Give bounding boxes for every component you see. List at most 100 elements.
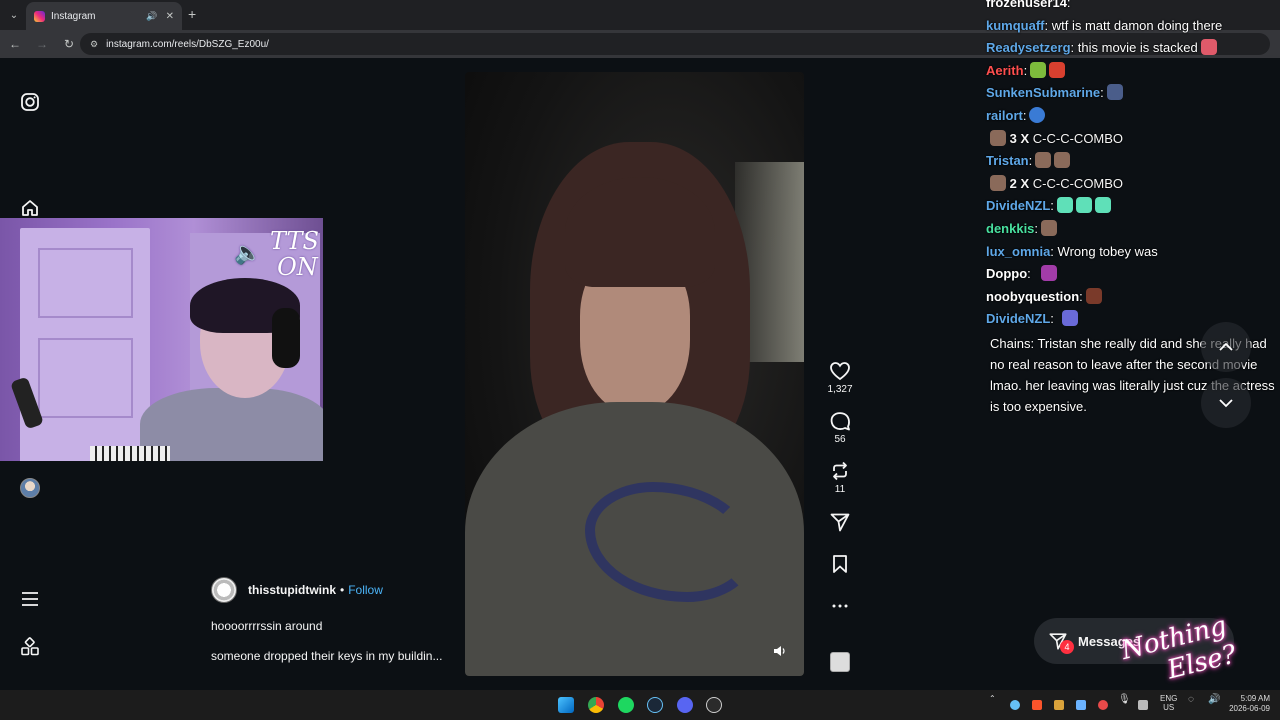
tab-search-icon[interactable]: ⌄ [0,0,28,30]
chat-message: SunkenSubmarine: [986,82,1276,105]
tab-audio-icon[interactable]: 🔊 [146,11,157,22]
door-panel [38,248,133,318]
emote-icon [1030,61,1047,78]
tts-on-overlay: 🔈 TTS ON [234,228,319,280]
language-code: ENG [1160,694,1178,703]
author-username[interactable]: thisstupidtwink [248,583,336,597]
emote-icon [1200,39,1217,56]
tray-app-icon[interactable] [1098,700,1108,710]
tray-mic-icon[interactable]: 🎙 [1118,694,1131,705]
combo-x: X [1020,175,1030,191]
chat-text: Wrong tobey was [1057,243,1158,259]
tab-close-icon[interactable]: ✕ [166,11,174,22]
follow-button[interactable]: Follow [348,583,383,597]
author-avatar[interactable] [211,577,237,603]
chevron-down-icon [1219,399,1233,408]
author-row: thisstupidtwink • Follow [211,577,461,603]
reel-action-rail: 1,327 56 11 [822,360,858,617]
spotify-icon[interactable] [618,697,634,713]
back-arrow-icon[interactable]: ← [3,32,27,56]
chat-username: SunkenSubmarine [986,85,1101,101]
reload-icon[interactable]: ↻ [57,32,81,56]
comment-count: 56 [834,434,846,445]
combo-count: 2 [1009,175,1017,191]
chat-message: Doppo: [986,263,1276,286]
emote-icon [1040,265,1057,282]
chat-username: frozenuser14 [986,0,1067,10]
chrome-icon[interactable] [588,697,604,713]
heart-icon[interactable] [829,360,851,382]
bookmark-icon[interactable] [829,553,851,575]
tray-brave-icon[interactable] [1032,700,1042,710]
clock-time: 5:09 AM [1240,694,1270,703]
save-action [822,553,858,575]
combo-count: 3 [1009,130,1017,146]
combo-message: 3 X C-C-C-COMBO [986,128,1276,151]
audio-toggle-icon[interactable] [772,644,786,658]
tray-app-icon[interactable] [1076,700,1086,710]
chat-message: denkkis: [986,218,1276,241]
also-from-meta-icon[interactable] [20,637,40,657]
instagram-logo-icon[interactable] [20,92,40,112]
chat-message: frozenuser14: [986,0,1276,15]
volume-icon[interactable]: 🔊 [1208,694,1220,705]
send-icon[interactable] [829,511,851,533]
tray-app-icon[interactable] [1138,700,1148,710]
emote-icon [1054,152,1071,169]
chat-message: Tristan: [986,150,1276,173]
emote-icon [1029,106,1046,123]
home-icon[interactable] [20,198,40,218]
emote-icon [1061,310,1078,327]
repost-action: 11 [822,460,858,495]
chat-username: Aerith [986,62,1024,78]
windows-start-icon[interactable] [558,697,574,713]
site-info-icon[interactable]: ⚙ [90,39,98,50]
tray-steam-icon[interactable] [1010,700,1020,710]
discord-icon[interactable] [677,697,693,713]
tray-chevron-icon[interactable]: ⌃ [989,694,996,703]
new-tab-button[interactable]: + [188,6,196,22]
chat-text: this movie is stacked [1077,40,1198,56]
caption-text[interactable]: someone dropped their keys in my buildin… [211,649,461,663]
browser-tab[interactable]: Instagram 🔊 ✕ [26,2,182,30]
reel-video[interactable] [465,72,804,676]
steam-icon[interactable] [647,697,663,713]
more-menu-icon[interactable] [20,589,40,609]
previous-reel-button[interactable] [1201,322,1251,372]
audio-thumbnail[interactable] [830,652,850,672]
emote-icon [1049,61,1066,78]
emote-icon [1085,287,1102,304]
share-action [822,511,858,533]
clock[interactable]: 5:09 AM 2026-06-09 [1228,694,1270,714]
chat-username: DivideNZL [986,311,1051,327]
repost-icon[interactable] [829,460,851,482]
chat-username: lux_omnia [986,243,1051,259]
comment-icon[interactable] [829,410,851,432]
obs-icon[interactable] [706,697,722,713]
network-icon[interactable]: ◌ [1188,694,1194,705]
instagram-favicon-icon [34,10,45,22]
combo-x: X [1020,130,1030,146]
windows-taskbar [0,690,1280,720]
repost-count: 11 [834,484,846,495]
tray-app-icon[interactable] [1054,700,1064,710]
comment-action: 56 [822,410,858,445]
emote-icon [990,174,1006,191]
chevron-up-icon [1219,342,1233,351]
profile-avatar-icon[interactable] [20,478,40,498]
unread-badge: 4 [1060,640,1074,654]
speaker-icon: 🔈 [234,241,262,266]
clock-date: 2026-06-09 [1229,704,1270,713]
emote-icon [990,129,1006,146]
language-indicator[interactable]: ENG US [1160,694,1177,712]
chat-username: noobyquestion [986,288,1080,304]
next-reel-button[interactable] [1201,378,1251,428]
forward-arrow-icon[interactable]: → [30,32,54,56]
reel-caption: thisstupidtwink • Follow hoooorrrrssin a… [211,577,461,663]
chat-username: railort [986,107,1023,123]
emote-icon [1106,84,1123,101]
chat-message: Readysetzerg: this movie is stacked [986,37,1276,60]
more-dots-icon[interactable] [829,595,851,617]
chat-username: Doppo [986,266,1028,282]
keyboard [90,446,170,461]
